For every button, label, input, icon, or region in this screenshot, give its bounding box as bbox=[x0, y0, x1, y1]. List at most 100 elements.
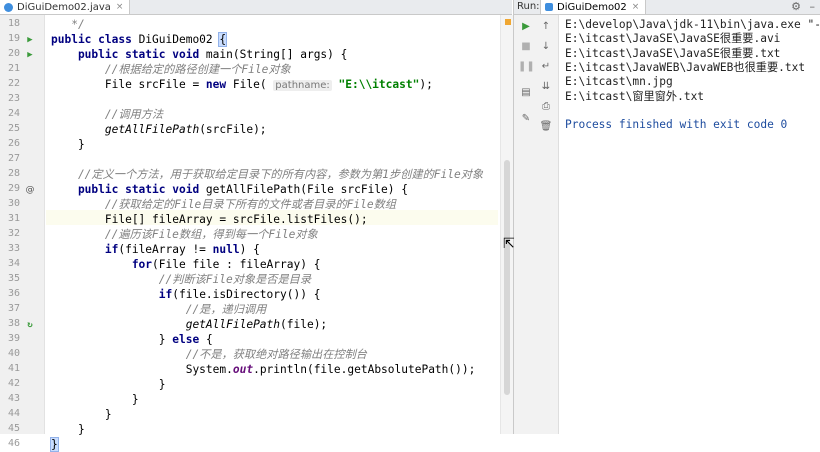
code-line[interactable]: public class DiGuiDemo02 { bbox=[51, 32, 228, 47]
run-panel: Run: DiGuiDemo02 × ⚙ – ▶ ↑ ■ ↓ ❚❚ ↵ ⇊ ▤ … bbox=[513, 0, 820, 434]
run-config-icon bbox=[545, 3, 553, 11]
code-line[interactable]: //是，递归调用 bbox=[51, 302, 267, 317]
scroll-to-end-icon[interactable]: ⇊ bbox=[538, 79, 554, 95]
line-number: 44 bbox=[7, 408, 20, 419]
code-line[interactable]: } bbox=[51, 407, 112, 422]
editor-scrollbar[interactable] bbox=[500, 15, 513, 434]
run-tab-label: DiGuiDemo02 bbox=[557, 1, 627, 13]
code-token: "E:\\itcast" bbox=[331, 78, 420, 91]
code-token: */ bbox=[51, 18, 85, 31]
code-editor[interactable]: DiGuiDemo02.java × 18 19 ▶ 20 ▶ 21 22 23 24 25 26 2… bbox=[0, 0, 513, 452]
code-line[interactable]: public static void getAllFilePath(File s… bbox=[51, 182, 408, 197]
code-line[interactable]: //判断该File对象是否是目录 bbox=[51, 272, 311, 287]
line-number: 27 bbox=[7, 153, 20, 164]
code-token: public class bbox=[51, 33, 139, 46]
code-line[interactable]: //获取给定的File目录下所有的文件或者目录的File数组 bbox=[51, 197, 396, 212]
editor-tab-digui[interactable]: DiGuiDemo02.java × bbox=[0, 0, 131, 14]
code-line[interactable]: //不是，获取绝对路径输出在控制台 bbox=[51, 347, 367, 362]
code-token: new bbox=[205, 78, 233, 91]
code-token: getAllFilePath bbox=[51, 318, 281, 331]
recursive-call-icon[interactable]: ↻ bbox=[25, 320, 35, 330]
line-number: 41 bbox=[7, 363, 20, 374]
console-output[interactable]: E:\develop\Java\jdk-11\bin\java.exe "-j E… bbox=[560, 15, 820, 434]
code-line[interactable]: //遍历该File数组，得到每一个File对象 bbox=[51, 227, 318, 242]
stop-icon[interactable]: ■ bbox=[518, 39, 534, 55]
up-arrow-icon[interactable]: ↑ bbox=[538, 19, 554, 35]
line-number: 39 bbox=[7, 333, 20, 344]
line-number: 42 bbox=[7, 378, 20, 389]
close-icon[interactable]: × bbox=[632, 2, 640, 12]
code-token: getAllFilePath bbox=[51, 123, 200, 136]
print-icon[interactable]: ⎙ bbox=[538, 99, 554, 115]
line-number: 20 bbox=[7, 48, 20, 59]
soft-wrap-icon[interactable]: ↵ bbox=[538, 59, 554, 75]
console-line: E:\itcast\窗里窗外.txt bbox=[565, 89, 705, 103]
line-number: 33 bbox=[7, 243, 20, 254]
override-annotation-icon[interactable]: @ bbox=[25, 185, 35, 195]
line-number: 36 bbox=[7, 288, 20, 299]
line-gutter[interactable]: 18 19 ▶ 20 ▶ 21 22 23 24 25 26 27 28 29 @30 31 32 33 34 35 3… bbox=[0, 15, 45, 449]
warning-marker[interactable] bbox=[505, 19, 511, 25]
code-line[interactable]: } bbox=[50, 437, 59, 452]
code-line[interactable]: } else { bbox=[51, 332, 213, 347]
rerun-icon[interactable]: ▶ bbox=[518, 19, 534, 35]
run-tab-digui[interactable]: DiGuiDemo02 × bbox=[540, 0, 647, 14]
mouse-cursor-icon: ⇱ bbox=[503, 236, 515, 252]
code-token: public static void bbox=[51, 183, 206, 196]
code-line[interactable]: } bbox=[51, 137, 85, 152]
code-token: //获取给定的File目录下所有的文件或者目录的File数组 bbox=[51, 198, 396, 211]
editor-tab-bar: DiGuiDemo02.java × bbox=[0, 0, 512, 15]
code-line[interactable]: if(file.isDirectory()) { bbox=[51, 287, 321, 302]
pause-icon[interactable]: ❚❚ bbox=[518, 59, 535, 75]
code-line[interactable]: } bbox=[51, 377, 166, 392]
code-token: } bbox=[51, 333, 173, 346]
code-token: pathname: bbox=[273, 80, 332, 91]
layout-icon[interactable]: ▤ bbox=[518, 85, 534, 101]
close-icon[interactable]: × bbox=[116, 2, 124, 12]
code-line[interactable]: if(fileArray != null) { bbox=[51, 242, 260, 257]
code-token: File( bbox=[232, 78, 274, 91]
run-gutter-icon[interactable]: ▶ bbox=[25, 35, 35, 45]
run-toolbar: ▶ ↑ ■ ↓ ❚❚ ↵ ⇊ ▤ ⎙ ✎ 🗑 bbox=[514, 15, 559, 434]
line-number: 23 bbox=[7, 93, 20, 104]
code-token: ) { bbox=[239, 243, 260, 256]
code-line[interactable]: } bbox=[51, 392, 139, 407]
line-number: 25 bbox=[7, 123, 20, 134]
code-line[interactable]: //定义一个方法，用于获取给定目录下的所有内容，参数为第1步创建的File对象 bbox=[51, 167, 483, 182]
code-line[interactable]: getAllFilePath(srcFile); bbox=[51, 122, 267, 137]
line-number: 22 bbox=[7, 78, 20, 89]
run-gutter-icon[interactable]: ▶ bbox=[25, 50, 35, 60]
down-arrow-icon[interactable]: ↓ bbox=[538, 39, 554, 55]
code-line[interactable]: } bbox=[51, 422, 85, 437]
code-token: //定义一个方法，用于获取给定目录下的所有内容，参数为第1步创建的File对象 bbox=[51, 168, 484, 181]
editor-tab-label: DiGuiDemo02.java bbox=[17, 1, 111, 13]
code-line[interactable]: public static void main(String[] args) { bbox=[51, 47, 347, 62]
code-line[interactable]: System.out.println(file.getAbsolutePath(… bbox=[51, 362, 476, 377]
line-number: 43 bbox=[7, 393, 20, 404]
code-line[interactable]: for(File file : fileArray) { bbox=[51, 257, 321, 272]
line-number: 30 bbox=[7, 198, 20, 209]
code-token: DiGuiDemo02 bbox=[138, 33, 220, 46]
code-token: (srcFile); bbox=[199, 123, 267, 136]
code-line[interactable]: File srcFile = new File( pathname: "E:\\… bbox=[51, 77, 433, 92]
code-token: File srcFile = bbox=[51, 78, 206, 91]
gear-icon[interactable]: ⚙ bbox=[791, 0, 801, 13]
scrollbar-thumb[interactable] bbox=[504, 160, 510, 395]
ide-window: DiGuiDemo02.java × 18 19 ▶ 20 ▶ 21 22 23 24 25 26 2… bbox=[0, 0, 820, 452]
trash-icon[interactable]: 🗑 bbox=[538, 119, 554, 135]
code-line[interactable]: getAllFilePath(file); bbox=[51, 317, 327, 332]
code-area[interactable]: */public class DiGuiDemo02 { public stat… bbox=[46, 15, 498, 452]
code-token: if bbox=[51, 288, 173, 301]
code-line[interactable]: File[] fileArray = srcFile.listFiles(); bbox=[51, 212, 368, 227]
line-number: 24 bbox=[7, 108, 20, 119]
code-line[interactable]: //根据给定的路径创建一个File对象 bbox=[51, 62, 291, 77]
code-line[interactable]: //调用方法 bbox=[51, 107, 163, 122]
java-class-icon bbox=[4, 2, 13, 12]
line-number: 21 bbox=[7, 63, 20, 74]
line-number: 32 bbox=[7, 228, 20, 239]
code-token: //遍历该File数组，得到每一个File对象 bbox=[51, 228, 318, 241]
minimize-icon[interactable]: – bbox=[810, 0, 816, 13]
pin-icon[interactable]: ✎ bbox=[518, 111, 534, 127]
code-token: } bbox=[51, 423, 85, 436]
code-line[interactable]: */ bbox=[51, 17, 85, 32]
